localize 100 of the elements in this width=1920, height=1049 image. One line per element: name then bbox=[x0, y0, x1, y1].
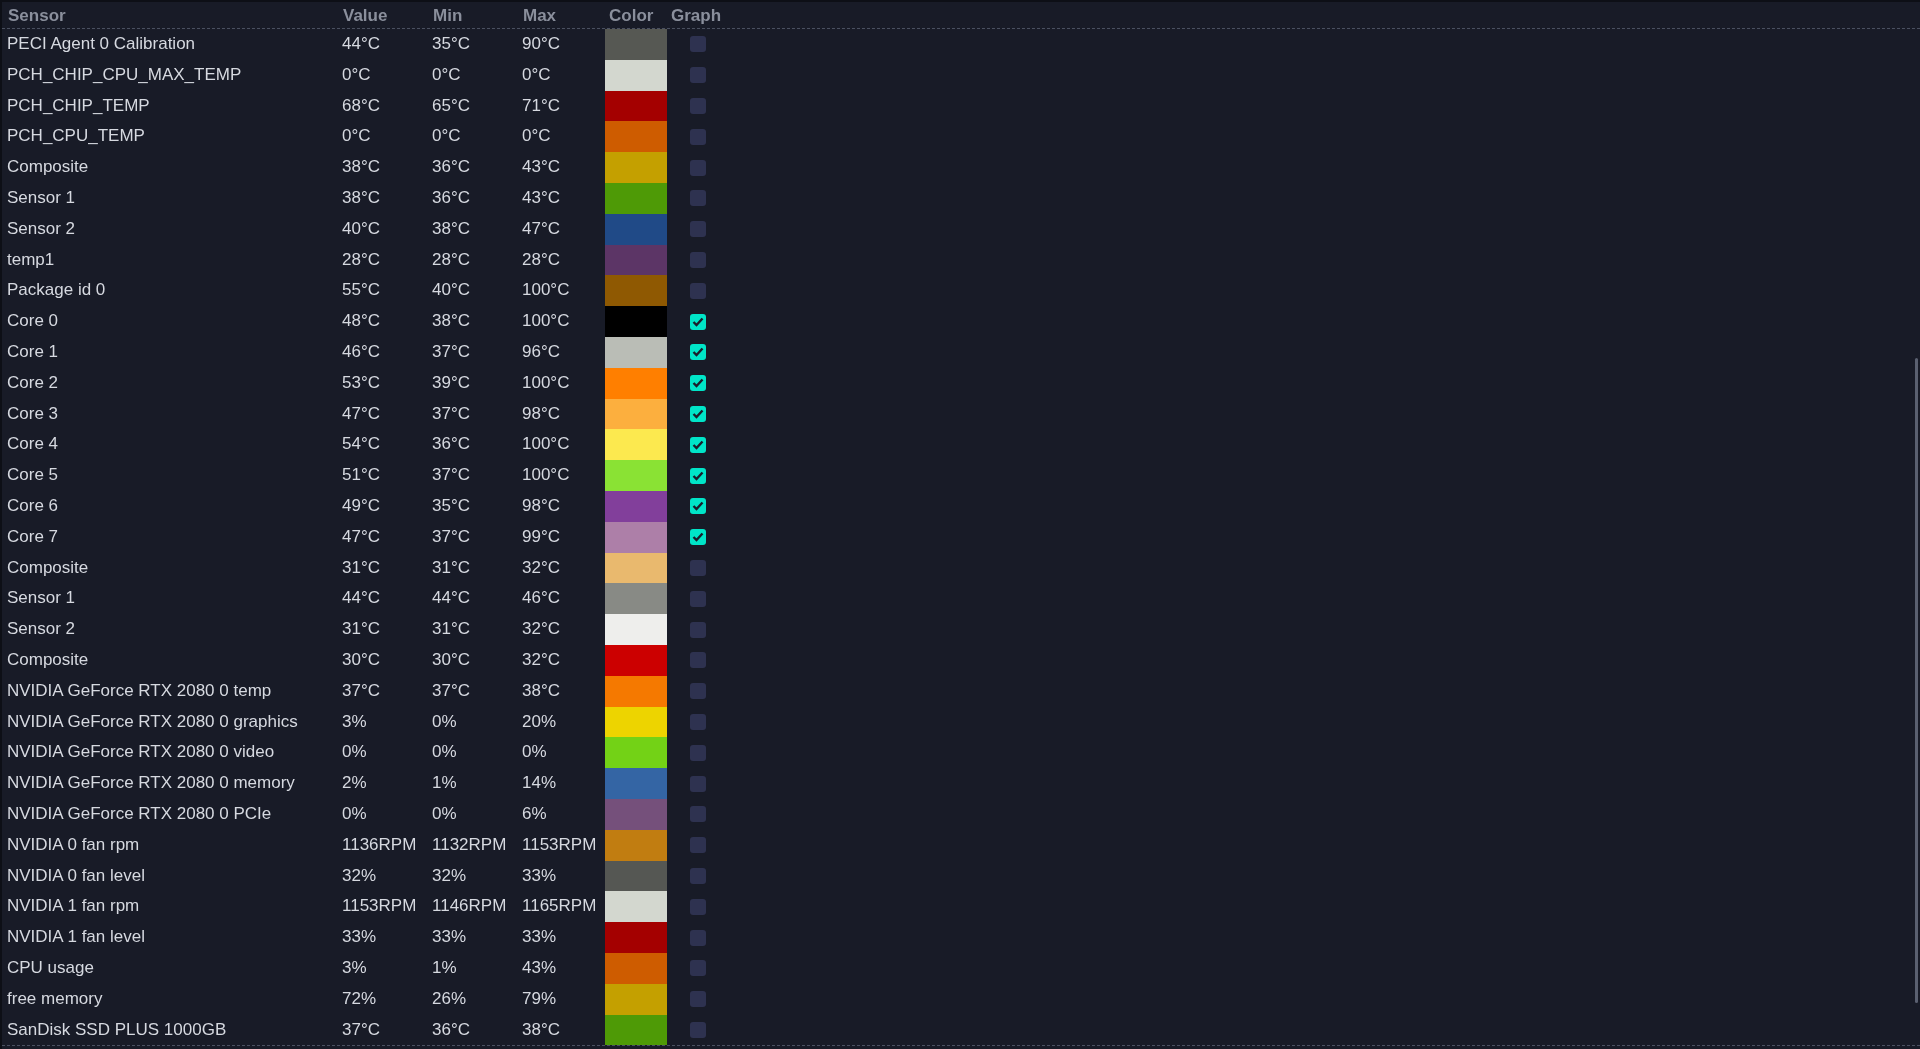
color-swatch[interactable] bbox=[605, 29, 667, 60]
color-swatch[interactable] bbox=[605, 244, 667, 276]
color-swatch[interactable] bbox=[605, 490, 667, 522]
color-swatch[interactable] bbox=[605, 213, 667, 245]
column-header[interactable]: Sensor bbox=[2, 1, 337, 29]
graph-checkbox[interactable] bbox=[690, 375, 706, 392]
color-swatch[interactable] bbox=[605, 336, 667, 368]
graph-checkbox[interactable] bbox=[690, 405, 706, 422]
graph-checkbox[interactable] bbox=[690, 590, 706, 607]
color-swatch[interactable] bbox=[605, 90, 667, 122]
graph-checkbox[interactable] bbox=[690, 898, 706, 915]
column-header[interactable]: Min bbox=[427, 1, 517, 29]
sensor-reading: 14% bbox=[521, 772, 558, 795]
sensor-reading: 2% bbox=[341, 772, 368, 795]
graph-checkbox[interactable] bbox=[690, 867, 706, 884]
graph-checkbox[interactable] bbox=[690, 498, 706, 515]
sensor-reading: 32°C bbox=[521, 618, 561, 641]
graph-checkbox[interactable] bbox=[690, 559, 706, 576]
graph-checkbox[interactable] bbox=[690, 313, 706, 330]
color-swatch[interactable] bbox=[605, 798, 667, 830]
color-swatch[interactable] bbox=[605, 583, 667, 615]
graph-checkbox[interactable] bbox=[690, 744, 706, 761]
sensor-name: Core 6 bbox=[6, 494, 60, 517]
color-swatch[interactable] bbox=[605, 737, 667, 769]
color-swatch[interactable] bbox=[605, 891, 667, 923]
color-swatch[interactable] bbox=[605, 614, 667, 645]
graph-checkbox[interactable] bbox=[690, 775, 706, 792]
column-header[interactable]: Color bbox=[605, 1, 667, 29]
sensor-reading: 0% bbox=[521, 741, 548, 764]
sensor-reading: 36°C bbox=[431, 156, 471, 179]
graph-checkbox[interactable] bbox=[690, 683, 706, 700]
graph-checkbox[interactable] bbox=[690, 282, 706, 299]
graph-checkbox[interactable] bbox=[690, 67, 706, 84]
color-swatch[interactable] bbox=[605, 552, 667, 584]
color-swatch[interactable] bbox=[605, 367, 667, 399]
graph-checkbox[interactable] bbox=[690, 837, 706, 854]
sensor-name: CPU usage bbox=[6, 956, 95, 979]
sensor-reading: 1153RPM bbox=[341, 895, 418, 918]
color-swatch[interactable] bbox=[605, 768, 667, 799]
graph-checkbox[interactable] bbox=[690, 344, 706, 361]
column-header[interactable]: Value bbox=[337, 1, 427, 29]
sensor-reading: 100°C bbox=[521, 371, 571, 394]
sensor-name: Sensor 1 bbox=[6, 587, 77, 610]
sensor-reading: 47°C bbox=[521, 217, 561, 240]
graph-checkbox[interactable] bbox=[690, 929, 706, 946]
column-header[interactable]: Graph bbox=[667, 1, 729, 29]
graph-checkbox[interactable] bbox=[690, 621, 706, 638]
sensor-reading: 1146RPM bbox=[431, 895, 508, 918]
color-swatch[interactable] bbox=[605, 59, 667, 91]
graph-checkbox[interactable] bbox=[690, 98, 706, 114]
graph-checkbox[interactable] bbox=[690, 713, 706, 730]
color-swatch[interactable] bbox=[605, 460, 667, 491]
sensor-name: Core 4 bbox=[6, 433, 60, 456]
sensor-reading: 100°C bbox=[521, 464, 571, 487]
graph-checkbox[interactable] bbox=[690, 652, 706, 669]
sensor-reading: 33% bbox=[521, 926, 558, 949]
sensor-reading: 37°C bbox=[341, 1018, 381, 1041]
graph-checkbox[interactable] bbox=[690, 36, 706, 53]
color-swatch[interactable] bbox=[605, 183, 667, 214]
color-swatch[interactable] bbox=[605, 521, 667, 553]
sensor-name: Core 5 bbox=[6, 464, 60, 487]
sensor-name: PECI Agent 0 Calibration bbox=[6, 33, 197, 55]
sensor-name: PCH_CHIP_TEMP bbox=[6, 94, 151, 117]
color-swatch[interactable] bbox=[605, 121, 667, 153]
color-swatch[interactable] bbox=[605, 644, 667, 676]
graph-checkbox[interactable] bbox=[690, 221, 706, 238]
color-swatch[interactable] bbox=[605, 922, 667, 953]
graph-checkbox[interactable] bbox=[690, 190, 706, 207]
color-swatch[interactable] bbox=[605, 706, 667, 738]
color-swatch[interactable] bbox=[605, 829, 667, 861]
sensor-name: NVIDIA GeForce RTX 2080 0 PCIe bbox=[6, 802, 273, 825]
color-swatch[interactable] bbox=[605, 152, 667, 183]
sensor-reading: 31°C bbox=[341, 556, 381, 579]
color-swatch[interactable] bbox=[605, 860, 667, 892]
sensor-reading: 28°C bbox=[521, 248, 561, 271]
sensor-reading: 36°C bbox=[431, 1018, 471, 1041]
color-swatch[interactable] bbox=[605, 1014, 667, 1046]
graph-checkbox[interactable] bbox=[690, 159, 706, 176]
graph-checkbox[interactable] bbox=[690, 806, 706, 823]
color-swatch[interactable] bbox=[605, 983, 667, 1015]
column-header[interactable]: Max bbox=[517, 1, 605, 29]
graph-checkbox[interactable] bbox=[690, 436, 706, 453]
color-swatch[interactable] bbox=[605, 952, 667, 984]
color-swatch[interactable] bbox=[605, 275, 667, 307]
color-swatch[interactable] bbox=[605, 306, 667, 337]
graph-checkbox[interactable] bbox=[690, 467, 706, 484]
color-swatch[interactable] bbox=[605, 398, 667, 430]
graph-checkbox[interactable] bbox=[690, 991, 706, 1008]
graph-checkbox[interactable] bbox=[690, 529, 706, 546]
graph-checkbox[interactable] bbox=[690, 1021, 706, 1038]
sensor-reading: 28°C bbox=[431, 248, 471, 271]
graph-checkbox[interactable] bbox=[690, 251, 706, 268]
sensor-reading: 32% bbox=[341, 864, 378, 887]
sensor-reading: 0°C bbox=[521, 63, 552, 86]
color-swatch[interactable] bbox=[605, 429, 667, 461]
graph-checkbox[interactable] bbox=[690, 128, 706, 145]
scrollbar[interactable] bbox=[1915, 358, 1918, 1003]
sensor-name: Core 3 bbox=[6, 402, 60, 425]
color-swatch[interactable] bbox=[605, 675, 667, 707]
graph-checkbox[interactable] bbox=[690, 960, 706, 977]
